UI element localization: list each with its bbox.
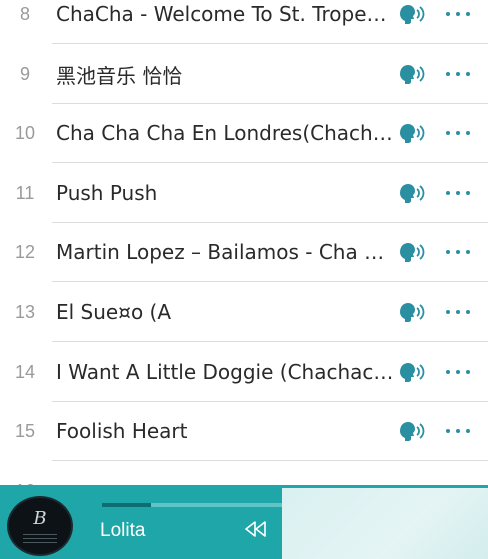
more-icon[interactable]: [446, 4, 470, 24]
track-number: 14: [14, 361, 36, 382]
now-playing-title: Lolita: [100, 520, 146, 541]
sing-icon[interactable]: [398, 241, 426, 263]
sing-icon[interactable]: [398, 361, 426, 383]
track-title: ChaCha - Welcome To St. Tropez (3...: [56, 2, 396, 26]
track-number: 12: [14, 241, 36, 262]
track-row[interactable]: 12 Martin Lopez – Bailamos - Cha Cha...: [0, 222, 488, 282]
track-row[interactable]: 13 El Sue¤o (A: [0, 282, 488, 342]
track-number: 8: [19, 3, 30, 24]
more-icon[interactable]: [446, 302, 470, 322]
more-icon[interactable]: [446, 242, 470, 262]
more-icon[interactable]: [446, 421, 470, 441]
track-title: Martin Lopez – Bailamos - Cha Cha...: [56, 240, 396, 264]
track-title: Cha Cha Cha En Londres(Chachach...: [56, 121, 396, 145]
sing-icon[interactable]: [398, 63, 426, 85]
sing-icon[interactable]: [398, 420, 426, 442]
album-decoration: [23, 534, 57, 535]
album-decoration: [23, 542, 57, 543]
track-title: Push Push: [56, 181, 158, 205]
track-number: 9: [19, 63, 30, 84]
watermark-overlay: [282, 488, 488, 559]
track-title: I Want A Little Doggie (Chachacha...: [56, 360, 396, 384]
track-row[interactable]: 14 I Want A Little Doggie (Chachacha...: [0, 342, 488, 402]
track-list: 8 ChaCha - Welcome To St. Tropez (3... 9…: [0, 0, 488, 559]
sing-icon[interactable]: [398, 122, 426, 144]
rewind-icon[interactable]: [244, 520, 268, 538]
progress-fill: [102, 503, 151, 507]
sing-icon[interactable]: [398, 301, 426, 323]
track-number: 10: [14, 122, 36, 143]
sing-icon[interactable]: [398, 182, 426, 204]
track-number: 13: [14, 301, 36, 322]
track-number: 15: [14, 420, 36, 441]
album-art[interactable]: B: [7, 496, 73, 556]
more-icon[interactable]: [446, 362, 470, 382]
track-row[interactable]: 15 Foolish Heart: [0, 401, 488, 461]
more-icon[interactable]: [446, 183, 470, 203]
track-title: Foolish Heart: [56, 419, 188, 443]
track-row[interactable]: 11 Push Push: [0, 163, 488, 223]
track-row[interactable]: 10 Cha Cha Cha En Londres(Chachach...: [0, 103, 488, 163]
track-title: 黑池音乐 恰恰: [56, 63, 183, 88]
album-decoration: [23, 538, 57, 539]
progress-bar[interactable]: [102, 503, 282, 507]
track-row[interactable]: 9 黑池音乐 恰恰: [0, 44, 488, 104]
track-number: 11: [15, 182, 35, 203]
sing-icon[interactable]: [398, 3, 426, 25]
track-row[interactable]: 8 ChaCha - Welcome To St. Tropez (3...: [0, 0, 488, 44]
more-icon[interactable]: [446, 123, 470, 143]
track-title: El Sue¤o (A: [56, 300, 172, 324]
more-icon[interactable]: [446, 64, 470, 84]
album-logo: B: [33, 508, 47, 529]
